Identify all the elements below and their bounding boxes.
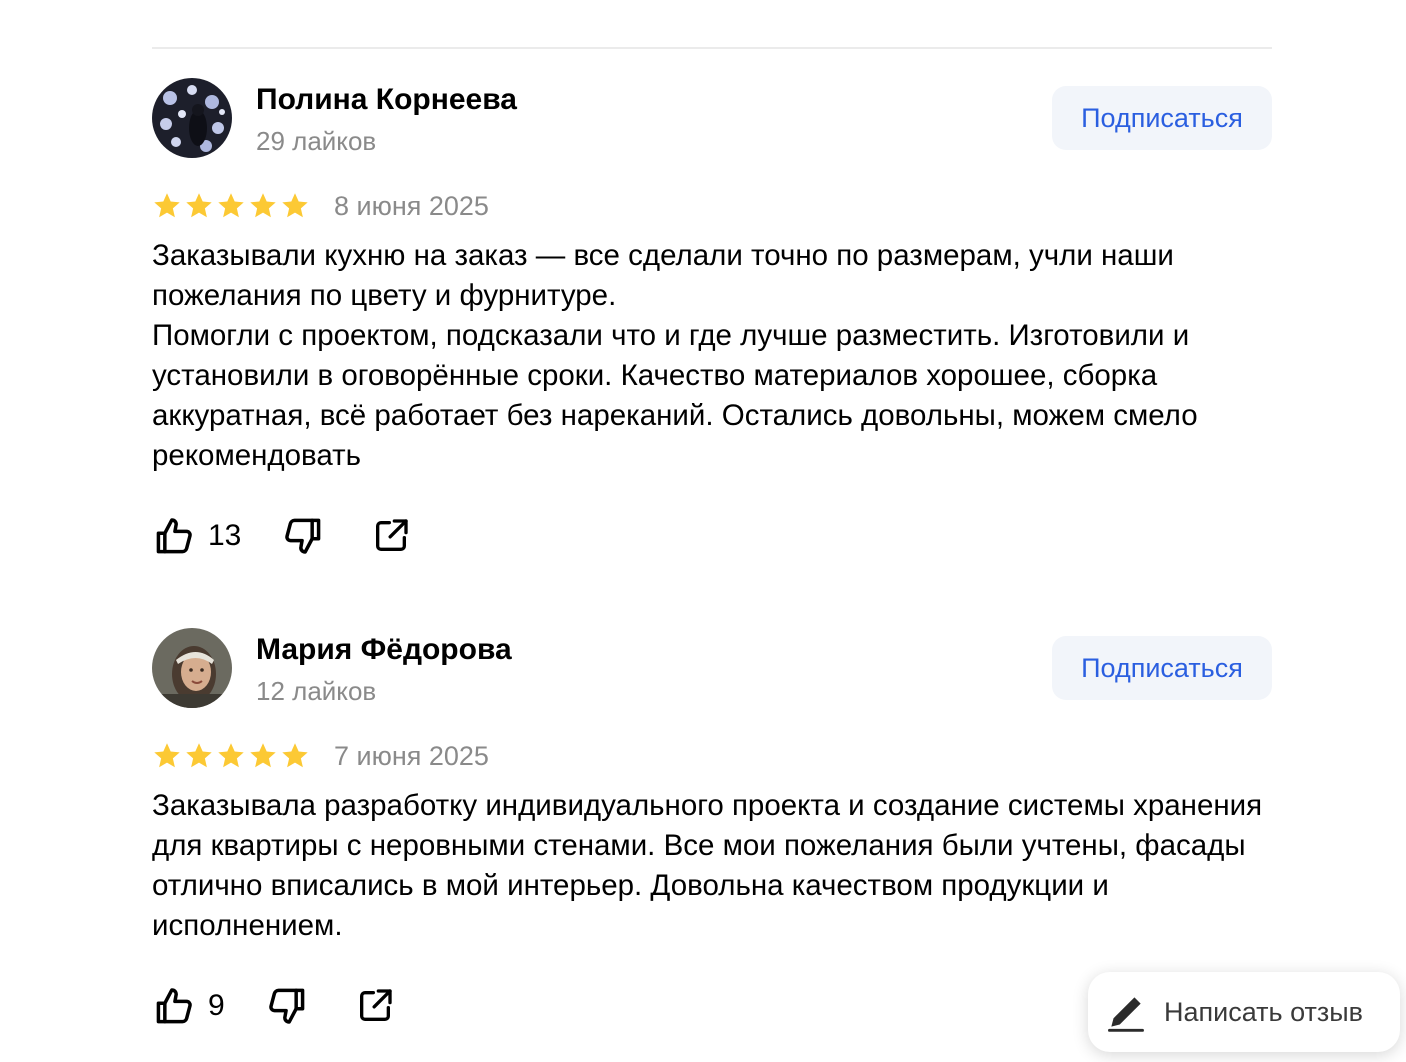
author-avatar[interactable] xyxy=(152,78,232,158)
rating-row: 7 июня 2025 xyxy=(152,738,489,774)
subscribe-button[interactable]: Подписаться xyxy=(1052,86,1272,150)
thumbs-down-icon xyxy=(268,988,305,1024)
review-actions: 13 xyxy=(152,511,411,561)
like-count: 13 xyxy=(208,519,242,552)
review-text: Заказывали кухню на заказ — все сделали … xyxy=(152,236,1277,476)
review-paragraph: Помогли с проектом, подсказали что и где… xyxy=(152,319,1198,472)
thumbs-up-icon xyxy=(156,988,192,1024)
review-paragraph: Заказывала разработку индивидуального пр… xyxy=(152,789,1263,942)
share-icon xyxy=(376,519,409,551)
review-date: 8 июня 2025 xyxy=(334,190,489,221)
star-icon xyxy=(282,193,308,218)
write-review-button[interactable]: Написать отзыв xyxy=(1088,972,1400,1052)
dislike-button[interactable] xyxy=(265,984,309,1028)
author-likes: 29 лайков xyxy=(256,126,377,156)
thumbs-up-icon xyxy=(156,518,192,554)
review-text: Заказывала разработку индивидуального пр… xyxy=(152,786,1277,946)
dislike-button[interactable] xyxy=(281,514,325,558)
subscribe-button[interactable]: Подписаться xyxy=(1052,636,1272,700)
rating-stars xyxy=(152,191,310,221)
star-icon xyxy=(250,743,276,768)
review-date: 7 июня 2025 xyxy=(334,740,489,771)
star-icon xyxy=(154,743,180,768)
star-icon xyxy=(218,193,244,218)
thumbs-down-icon xyxy=(285,518,321,554)
star-icon xyxy=(218,743,244,768)
like-button[interactable]: 13 xyxy=(152,514,241,558)
star-icon xyxy=(186,193,212,218)
write-review-label: Написать отзыв xyxy=(1164,996,1363,1027)
share-button[interactable] xyxy=(371,516,411,556)
author-avatar[interactable] xyxy=(152,628,232,708)
share-button[interactable] xyxy=(355,986,395,1026)
share-icon xyxy=(359,989,392,1021)
like-button[interactable]: 9 xyxy=(152,984,225,1028)
star-icon xyxy=(186,743,212,768)
author-name[interactable]: Мария Фёдорова xyxy=(256,630,512,670)
review-actions: 9 xyxy=(152,981,395,1031)
author-name[interactable]: Полина Корнеева xyxy=(256,80,517,120)
rating-row: 8 июня 2025 xyxy=(152,188,489,224)
rating-stars xyxy=(152,741,310,771)
pencil-icon xyxy=(1108,997,1144,1032)
star-icon xyxy=(250,193,276,218)
review-paragraph: Заказывали кухню на заказ — все сделали … xyxy=(152,239,1174,312)
top-divider xyxy=(152,47,1272,49)
star-icon xyxy=(282,743,308,768)
star-icon xyxy=(154,193,180,218)
like-count: 9 xyxy=(208,989,225,1022)
author-likes: 12 лайков xyxy=(256,676,377,706)
